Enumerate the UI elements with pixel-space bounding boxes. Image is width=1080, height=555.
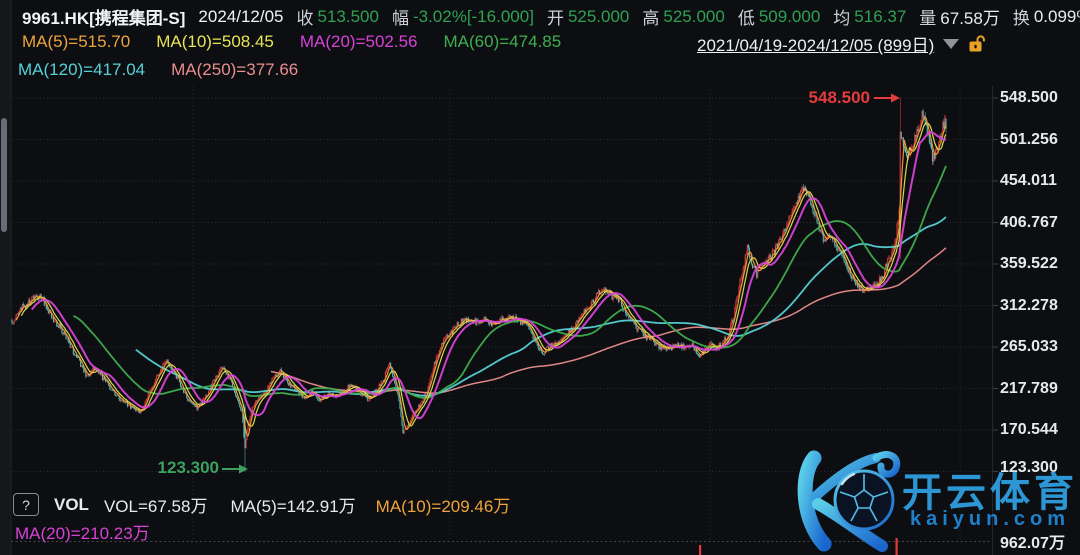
left-panel-edge (0, 0, 10, 555)
volume-axis-max-label: 962.07万 (1000, 529, 1065, 553)
vol-ma10: MA(10)=209.46万 (376, 492, 511, 517)
ma10-legend: MA(10)=508.45 (156, 32, 274, 52)
price-axis-label: 501.256 (1000, 131, 1058, 149)
ma120-legend: MA(120)=417.04 (18, 60, 145, 80)
price-axis-label: 170.544 (1000, 421, 1058, 439)
quote-header-row: 9961.HK[携程集团-S] 2024/12/05 收513.500 幅-3.… (22, 4, 1080, 29)
left-scrollbar-thumb[interactable] (1, 118, 7, 232)
price-axis-label: 454.011 (1000, 172, 1057, 190)
stock-chart-window: 9961.HK[携程集团-S] 2024/12/05 收513.500 幅-3.… (0, 0, 1080, 555)
price-axis-label: 123.300 (1000, 459, 1058, 477)
quote-open: 开525.000 (547, 4, 629, 29)
volume-legend-row: ? VOL VOL=67.58万 MA(5)=142.91万 MA(10)=20… (13, 492, 510, 517)
price-axis-label: 548.500 (1000, 89, 1058, 107)
price-axis-label: 312.278 (1000, 297, 1058, 315)
ma250-legend: MA(250)=377.66 (171, 60, 298, 80)
price-axis-label: 359.522 (1000, 255, 1058, 273)
vol-pane-title: VOL (54, 495, 89, 515)
all-time-high-annotation: 548.500 (806, 88, 870, 108)
all-time-low-annotation: 123.300 (153, 458, 219, 478)
quote-change: 幅-3.02%[-16.000] (392, 4, 534, 29)
ma-legend-row-2: MA(120)=417.04 MA(250)=377.66 (18, 60, 298, 80)
price-axis-label: 406.767 (1000, 214, 1058, 232)
quote-volume: 量67.58万 (919, 4, 1000, 29)
vol-ma20: MA(20)=210.23万 (15, 519, 150, 544)
symbol-title: 9961.HK[携程集团-S] (22, 4, 185, 29)
ma60-legend: MA(60)=474.85 (444, 32, 562, 52)
indicator-help-button[interactable]: ? (13, 493, 39, 516)
quote-avg: 均516.37 (833, 4, 906, 29)
ma-legend-row-1: MA(5)=515.70 MA(10)=508.45 MA(20)=502.56… (22, 32, 561, 52)
quote-low: 低509.000 (738, 4, 820, 29)
quote-turnover: 换0.099% (1013, 4, 1080, 29)
ma20-legend: MA(20)=502.56 (300, 32, 418, 52)
ma5-legend: MA(5)=515.70 (22, 32, 130, 52)
quote-high: 高525.000 (642, 4, 724, 29)
volume-legend-row-2: MA(20)=210.23万 (15, 519, 150, 544)
price-axis-label: 265.033 (1000, 338, 1058, 356)
quote-date: 2024/12/05 (198, 7, 283, 27)
price-axis-label: 217.789 (1000, 380, 1058, 398)
vol-current: VOL=67.58万 (104, 492, 208, 517)
vol-ma5: MA(5)=142.91万 (230, 492, 355, 517)
quote-close: 收513.500 (297, 4, 379, 29)
